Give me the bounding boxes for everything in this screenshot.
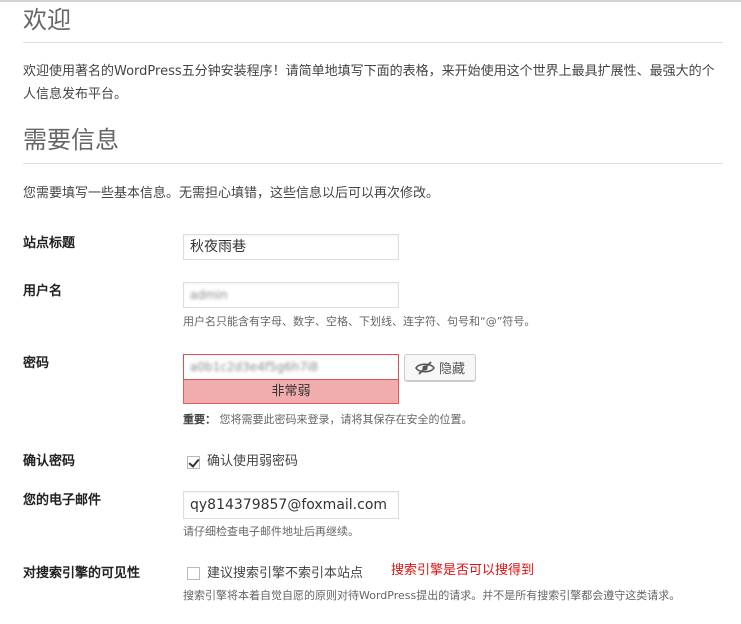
welcome-heading: 欢迎 [23,6,71,34]
password-hint-text: 您将需要此密码来登录，请将其保存在安全的位置。 [219,413,473,426]
confirm-weak-password-checkbox[interactable] [187,456,200,469]
site-title-input[interactable]: 秋夜雨巷 [183,234,399,260]
username-label: 用户名 [23,284,63,299]
confirm-password-label: 确认密码 [23,454,76,469]
info-heading: 需要信息 [23,126,119,154]
email-input[interactable]: qy814379857@foxmail.com [183,491,399,519]
site-title-value: 秋夜雨巷 [190,239,246,255]
install-page: 欢迎 欢迎使用著名的WordPress五分钟安装程序！请简单地填写下面的表格，来… [0,0,741,624]
discourage-search-text: 建议搜索引擎不索引本站点 [207,566,364,581]
search-annotation: 搜索引擎是否可以搜得到 [391,563,535,578]
password-label: 密码 [23,356,50,371]
email-hint: 请仔细检查电子邮件地址后再继续。 [183,525,359,538]
search-visibility-label: 对搜索引擎的可见性 [23,566,141,581]
hide-password-button[interactable]: 隐藏 [404,354,476,381]
eye-slash-icon [415,360,435,375]
search-description: 搜索引擎将本着自觉自愿的原则对待WordPress提出的请求。并不是所有搜索引擎… [183,589,681,602]
password-hint-important: 重要： [183,413,216,426]
password-strength-meter: 非常弱 [183,380,399,404]
info-description: 您需要填写一些基本信息。无需担心填错，这些信息以后可以再次修改。 [23,186,440,201]
email-value: qy814379857@foxmail.com [190,497,388,513]
top-border [0,0,741,2]
email-label: 您的电子邮件 [23,493,102,508]
password-input[interactable]: a0b1c2d3e4f5g6h7i8 [183,354,399,380]
username-input[interactable]: admin [183,282,399,308]
site-title-label: 站点标题 [23,236,76,251]
welcome-divider [23,42,723,43]
confirm-weak-password-text: 确认使用弱密码 [207,454,299,469]
password-hint: 重要： 您将需要此密码来登录，请将其保存在安全的位置。 [183,412,473,428]
password-value: a0b1c2d3e4f5g6h7i8 [190,360,319,374]
info-divider [23,163,723,164]
username-hint: 用户名只能含有字母、数字、空格、下划线、连字符、句号和“@”符号。 [183,315,536,328]
discourage-search-checkbox[interactable] [187,567,200,580]
welcome-text: 欢迎使用著名的WordPress五分钟安装程序！请简单地填写下面的表格，来开始使… [23,64,715,102]
username-value: admin [190,288,228,302]
hide-password-label: 隐藏 [438,362,465,377]
